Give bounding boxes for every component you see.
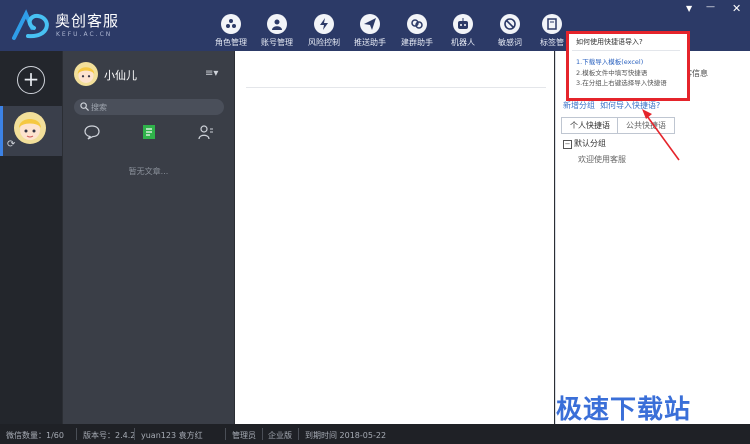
watermark-text: 极速下载站 [556,395,692,425]
popup-step-2: 2.模板文件中填写快捷语 [576,69,648,77]
brand-domain: KEFU.AC.CN [56,31,113,38]
popup-title: 如何使用快捷语导入? [576,38,643,46]
expiry-date: 到期时间 2018-05-22 [305,431,387,440]
brand-name: 奥创客服 [55,12,120,30]
nav-account-management[interactable]: 账号管理 [250,0,304,51]
wechat-count: 微信数量：1/60 [6,431,64,440]
add-group-link[interactable]: 新增分组 [563,100,595,111]
empty-state-text: 暂无文章... [128,167,169,176]
how-import-link[interactable]: 如何导入快捷语? [600,100,660,111]
article-icon[interactable] [141,124,157,140]
contact-tabs [63,121,234,143]
avatar [14,112,46,144]
app-logo [12,9,49,40]
robot-icon [453,14,473,34]
profile-menu-icon[interactable]: ≡▾ [205,68,218,79]
send-icon [360,14,380,34]
download-template-link[interactable]: 1.下载导入模板(excel) [576,56,643,66]
lightning-icon [314,14,334,34]
forbidden-icon [500,14,520,34]
chat-bubble-icon[interactable] [84,124,100,140]
edition: 企业版 [268,431,292,440]
minimize-button[interactable]: — [706,2,715,12]
status-divider [134,428,135,440]
chat-divider [246,87,546,88]
window-menu-button[interactable]: ▼ [686,4,692,13]
popup-divider [572,50,680,51]
profile-name: 小仙儿 [104,69,137,82]
nav-robot[interactable]: 机器人 [436,0,490,51]
quick-reply-item[interactable]: 欢迎使用客服 [578,154,626,165]
contacts-icon[interactable] [198,124,214,140]
chat-area [235,51,554,424]
tab-public-quick-reply[interactable]: 公共快捷语 [617,117,675,134]
close-button[interactable]: ✕ [732,2,741,15]
status-divider [298,428,299,440]
search-input[interactable] [91,100,211,114]
status-divider [262,428,263,440]
search-icon [80,102,89,111]
profile-avatar[interactable] [74,62,98,86]
add-account-button[interactable]: + [17,66,45,94]
user-name: yuan123 袁方红 [141,431,203,440]
window-controls: ▼ — ✕ [680,0,750,20]
version-number: 版本号：2.4.2 [83,431,136,440]
account-icon [267,14,287,34]
status-divider [225,428,226,440]
group-icon [407,14,427,34]
user-role: 管理员 [232,431,256,440]
group-name[interactable]: 默认分组 [574,138,606,149]
popup-step-3: 3.在分组上右键选择导入快捷语 [576,79,667,87]
role-icon [221,14,241,34]
nav-label: 账号管理 [261,38,293,47]
sync-icon: ⟳ [7,139,16,150]
status-divider [76,428,77,440]
tab-personal-quick-reply[interactable]: 个人快捷语 [561,117,619,134]
group-collapse-toggle[interactable]: − [563,140,572,149]
nav-label: 推送助手 [354,38,386,47]
nav-label: 机器人 [451,38,475,47]
active-indicator [0,106,3,156]
nav-push-assistant[interactable]: 推送助手 [343,0,397,51]
tag-icon [542,14,562,34]
